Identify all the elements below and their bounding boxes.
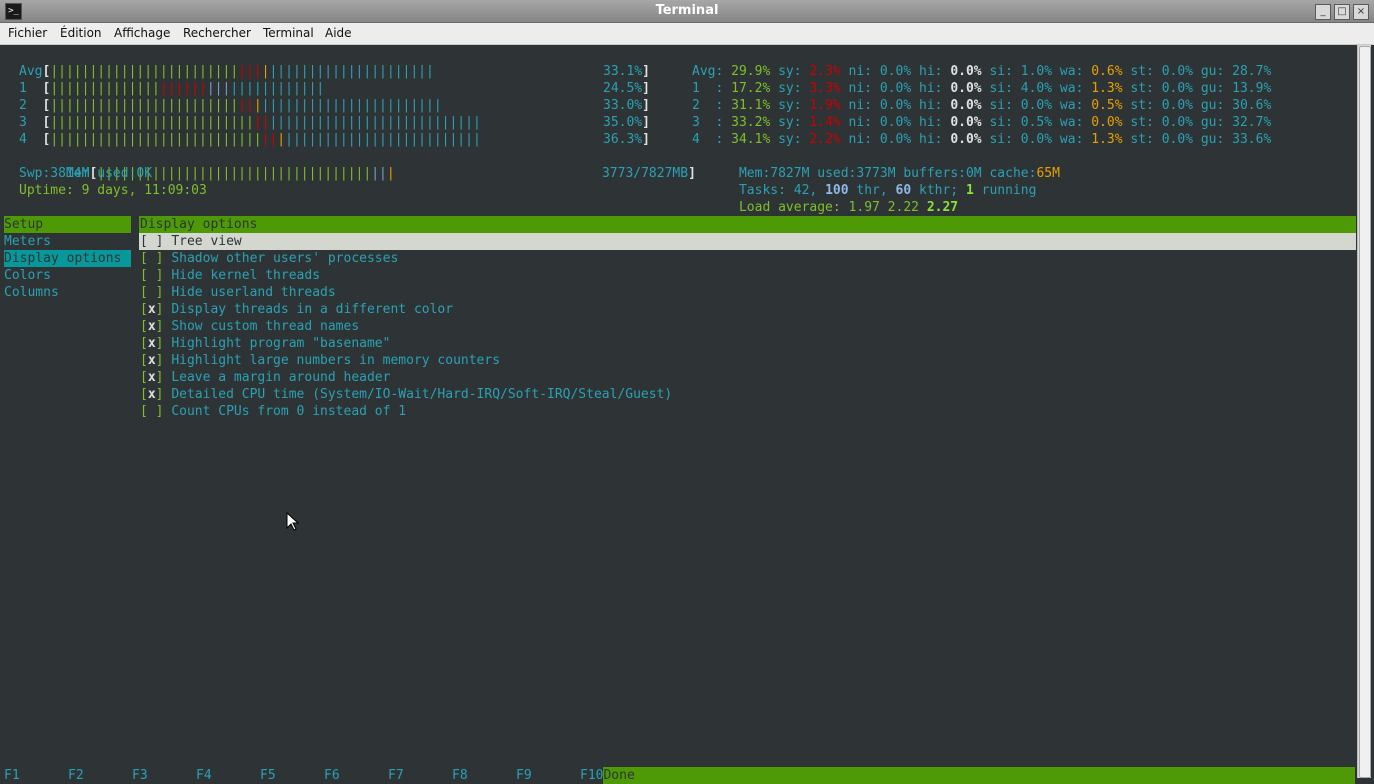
option-checkbox[interactable]: [x]: [140, 319, 171, 334]
cpu-detail-4: 4 : 34.1% sy: 2.2% ni: 0.0% hi: 0.0% si:…: [692, 132, 1272, 147]
menu-aide[interactable]: Aide: [325, 26, 352, 40]
category-colors[interactable]: Colors: [4, 267, 51, 284]
cpu-detail-3: 3 : 33.2% sy: 1.4% ni: 0.0% hi: 0.0% si:…: [692, 115, 1272, 130]
option-checkbox[interactable]: [x]: [140, 336, 171, 351]
fkey-f8[interactable]: F8: [452, 767, 468, 784]
terminal-window: >_ Terminal _ □ × Fichier Édition Affich…: [0, 0, 1374, 784]
option-7[interactable]: [x] Highlight large numbers in memory co…: [140, 352, 500, 369]
cpu-bar-4: 4 [|||||||||||||||||||||||||||||||||||||…: [19, 132, 481, 147]
fkey-f5[interactable]: F5: [260, 767, 276, 784]
option-checkbox[interactable]: [x]: [140, 387, 171, 402]
maximize-icon[interactable]: □: [1334, 4, 1350, 20]
option-checkbox[interactable]: [ ]: [140, 234, 171, 249]
option-highlight: [139, 233, 1356, 250]
menu-rechercher[interactable]: Rechercher: [183, 26, 251, 40]
menu-affichage[interactable]: Affichage: [114, 26, 170, 40]
fkey-f10[interactable]: F10Done: [580, 767, 1356, 784]
option-5[interactable]: [x] Show custom thread names: [140, 318, 359, 335]
scrollbar[interactable]: [1357, 45, 1371, 778]
mem-value: 3773/7827MB]: [601, 166, 696, 181]
cpu-detail-2: 2 : 31.1% sy: 1.9% ni: 0.0% hi: 0.0% si:…: [692, 98, 1272, 113]
option-checkbox[interactable]: [ ]: [140, 251, 171, 266]
option-checkbox[interactable]: [x]: [140, 370, 171, 385]
cpu-bar-pct-2: 33.0%]: [603, 98, 650, 113]
cpu-bar-0: Avg[||||||||||||||||||||||||||||||||||||…: [19, 64, 434, 79]
option-checkbox[interactable]: [ ]: [140, 268, 171, 283]
category-meters[interactable]: Meters: [4, 233, 51, 250]
fkey-f9[interactable]: F9: [516, 767, 532, 784]
option-checkbox[interactable]: [x]: [140, 302, 171, 317]
tasks-meter: Tasks: 42, 100 thr, 60 kthr; 1 running: [738, 183, 1037, 198]
option-checkbox[interactable]: [ ]: [140, 404, 171, 419]
fkey-f7[interactable]: F7: [388, 767, 404, 784]
option-0[interactable]: [ ] Tree view: [140, 233, 242, 250]
terminal-area[interactable]: Avg[||||||||||||||||||||||||||||||||||||…: [0, 45, 1356, 784]
setup-header: Setup: [4, 217, 44, 232]
option-6[interactable]: [x] Highlight program "basename": [140, 335, 390, 352]
fkey-f4[interactable]: F4: [196, 767, 212, 784]
fkey-f1[interactable]: F1: [4, 767, 20, 784]
fkey-f2[interactable]: F2: [68, 767, 84, 784]
option-8[interactable]: [x] Leave a margin around header: [140, 369, 390, 386]
title-bar[interactable]: >_ Terminal _ □ ×: [0, 0, 1374, 23]
scrollbar-thumb[interactable]: [1359, 46, 1371, 778]
cpu-bar-1: 1 [|||||||||||||||||||||||||||||||||||: [19, 81, 325, 96]
close-icon[interactable]: ×: [1353, 4, 1369, 20]
swap-meter: Swp:3814M used:0K: [19, 166, 153, 181]
option-9[interactable]: [x] Detailed CPU time (System/IO-Wait/Ha…: [140, 386, 672, 403]
cpu-detail-0: Avg: 29.9% sy: 2.3% ni: 0.0% hi: 0.0% si…: [692, 64, 1272, 79]
cpu-bar-2: 2 [|||||||||||||||||||||||||||||||||||||…: [19, 98, 442, 113]
cpu-bar-pct-4: 36.3%]: [603, 132, 650, 147]
menu-bar: Fichier Édition Affichage Rechercher Ter…: [0, 23, 1374, 45]
window-title: Terminal: [655, 3, 719, 18]
minimize-icon[interactable]: _: [1315, 4, 1331, 20]
option-4[interactable]: [x] Display threads in a different color: [140, 301, 453, 318]
load-average: Load average: 1.97 2.22 2.27: [738, 200, 959, 215]
mouse-cursor-icon: [286, 512, 300, 531]
cpu-bar-3: 3 [|||||||||||||||||||||||||||||||||||||…: [19, 115, 481, 130]
option-10[interactable]: [ ] Count CPUs from 0 instead of 1: [140, 403, 406, 420]
menu-edition[interactable]: Édition: [60, 26, 102, 40]
mem-meter: Mem[||||||||||||||||||||||||||||||||||||…: [65, 166, 395, 181]
panel-header-bar: [139, 216, 1356, 233]
cpu-detail-1: 1 : 17.2% sy: 3.3% ni: 0.0% hi: 0.0% si:…: [692, 81, 1272, 96]
fkey-f3[interactable]: F3: [132, 767, 148, 784]
cpu-bar-pct-3: 35.0%]: [603, 115, 650, 130]
panel-header: Display options: [140, 217, 258, 232]
cpu-bar-pct-0: 33.1%]: [603, 64, 650, 79]
option-1[interactable]: [ ] Shadow other users' processes: [140, 250, 398, 267]
uptime: Uptime: 9 days, 11:09:03: [19, 183, 207, 198]
menu-terminal[interactable]: Terminal: [263, 26, 314, 40]
option-2[interactable]: [ ] Hide kernel threads: [140, 267, 320, 284]
category-display-options[interactable]: Display options: [4, 250, 121, 267]
option-checkbox[interactable]: [x]: [140, 353, 171, 368]
category-columns[interactable]: Columns: [4, 284, 59, 301]
fkey-f6[interactable]: F6: [324, 767, 340, 784]
option-checkbox[interactable]: [ ]: [140, 285, 171, 300]
option-3[interactable]: [ ] Hide userland threads: [140, 284, 336, 301]
mem-detail: Mem:7827M used:3773M buffers:0M cache:65…: [738, 166, 1060, 181]
cpu-bar-pct-1: 24.5%]: [603, 81, 650, 96]
menu-fichier[interactable]: Fichier: [8, 26, 47, 40]
